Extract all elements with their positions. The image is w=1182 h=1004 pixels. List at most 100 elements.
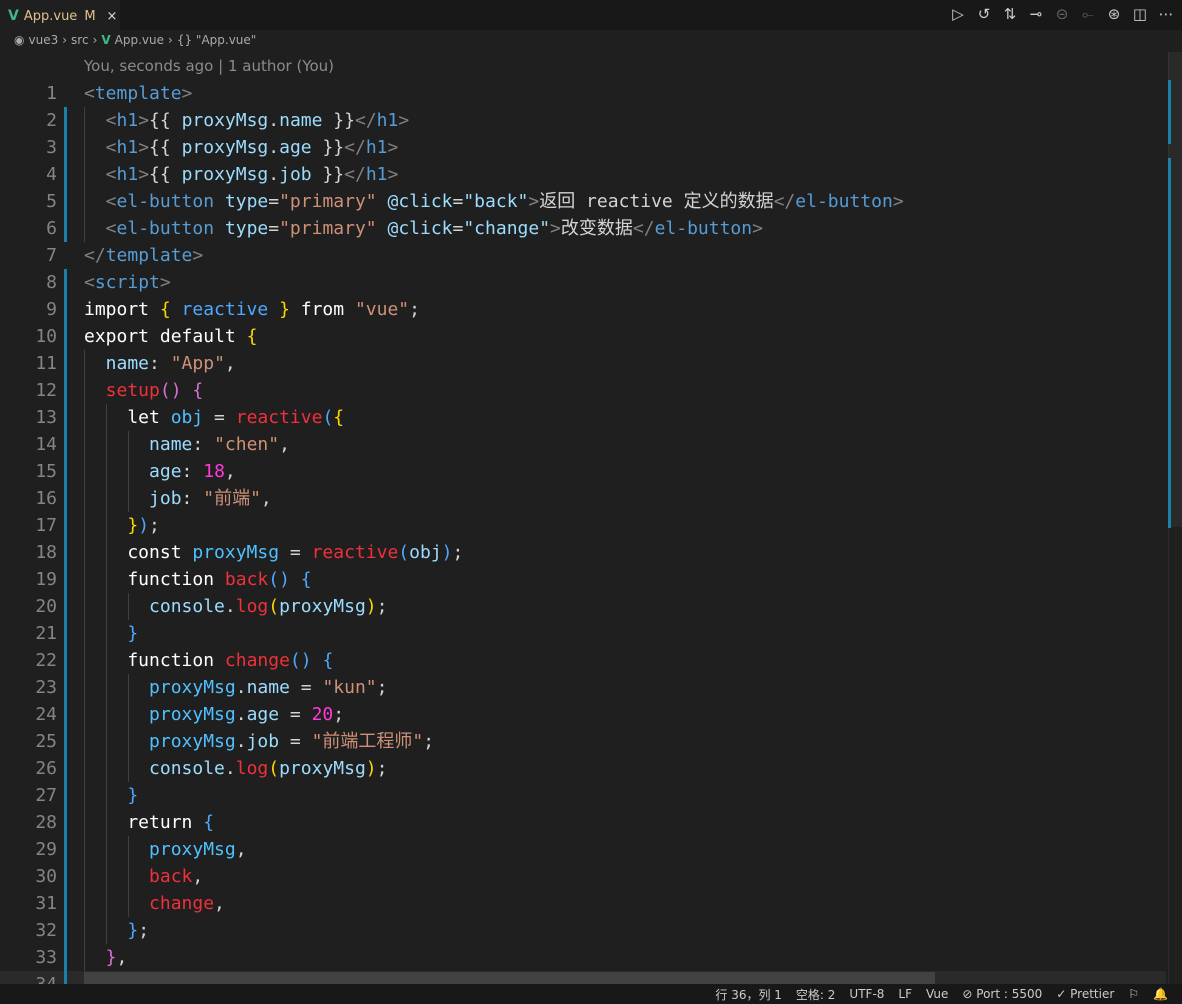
code-token: 改变数据 (560, 218, 633, 239)
live-server-port[interactable]: ⊘ Port : 5500 (962, 987, 1042, 1001)
code-line[interactable]: 12 setup() { (0, 377, 1166, 404)
code-token: = (203, 407, 236, 428)
vue-icon: V (8, 8, 19, 24)
code-line[interactable]: 22 function change() { (0, 647, 1166, 674)
code-line[interactable]: 6 <el-button type="primary" @click="chan… (0, 215, 1166, 242)
code-token: > (387, 164, 399, 185)
breadcrumb-item[interactable]: {} "App.vue" (177, 33, 256, 47)
commit-icon[interactable]: ⊝ (1054, 5, 1070, 23)
code-token: () (289, 650, 312, 671)
code-text: <el-button type="primary" @click="change… (84, 215, 763, 242)
close-icon[interactable]: × (107, 9, 118, 24)
previous-commit-icon[interactable]: ⊸ (1028, 5, 1044, 23)
line-number: 30 (35, 866, 57, 887)
code-line[interactable]: 9 import { reactive } from "vue"; (0, 296, 1166, 323)
prettier-status[interactable]: ✓ Prettier (1056, 987, 1114, 1001)
code-token: age (279, 137, 312, 158)
code-line[interactable]: 24 proxyMsg.age = 20; (0, 701, 1166, 728)
code-line[interactable]: 25 proxyMsg.job = "前端工程师"; (0, 728, 1166, 755)
code-token: log (235, 758, 269, 779)
code-token: > (387, 137, 399, 158)
code-token: }} (322, 110, 355, 131)
line-number: 26 (35, 758, 57, 779)
code-token: "App" (170, 353, 225, 374)
cursor-position[interactable]: 行 36，列 1 (715, 986, 782, 1003)
code-line[interactable]: 15 age: 18, (0, 458, 1166, 485)
code-line[interactable]: 26 console.log(proxyMsg); (0, 755, 1166, 782)
code-token: , (214, 893, 225, 914)
breadcrumb-item[interactable]: App.vue (115, 33, 164, 47)
code-line[interactable]: 21 } (0, 620, 1166, 647)
code-line[interactable]: 23 proxyMsg.name = "kun"; (0, 674, 1166, 701)
code-editor[interactable]: 1 <template> 2 <h1>{{ proxyMsg.name }}</h1… (0, 80, 1166, 984)
line-number: 8 (46, 272, 57, 293)
code-line[interactable]: 2 <h1>{{ proxyMsg.name }}</h1> (0, 107, 1166, 134)
code-line[interactable]: 19 function back() { (0, 566, 1166, 593)
split-editor-icon[interactable]: ◫ (1132, 5, 1148, 23)
code-token: ; (452, 542, 464, 563)
code-line[interactable]: 32 }; (0, 917, 1166, 944)
indentation[interactable]: 空格: 2 (796, 986, 836, 1003)
code-token: h1 (116, 110, 139, 131)
code-line[interactable]: 10 export default { (0, 323, 1166, 350)
code-token: > (398, 110, 410, 131)
git-modified-marker (64, 674, 67, 701)
git-blame-codelens[interactable]: You, seconds ago | 1 author (You) (84, 57, 334, 75)
language-mode[interactable]: Vue (926, 987, 948, 1001)
end-of-line[interactable]: LF (898, 987, 912, 1001)
code-line[interactable]: 33 }, (0, 944, 1166, 971)
editor-actions: ▷ ↺ ⇅ ⊸ ⊝ ⟜ ⊛ ◫ ⋯ (950, 5, 1174, 23)
code-text: console.log(proxyMsg); (84, 755, 387, 782)
code-token: job (246, 731, 280, 752)
code-text: proxyMsg.age = 20; (84, 701, 344, 728)
code-line[interactable]: 31 change, (0, 890, 1166, 917)
code-line[interactable]: 16 job: "前端", (0, 485, 1166, 512)
code-line[interactable]: 29 proxyMsg, (0, 836, 1166, 863)
code-line[interactable]: 5 <el-button type="primary" @click="back… (0, 188, 1166, 215)
code-token: { (192, 380, 204, 401)
code-line[interactable]: 28 return { (0, 809, 1166, 836)
code-line[interactable]: 17 }); (0, 512, 1166, 539)
code-line[interactable]: 18 const proxyMsg = reactive(obj); (0, 539, 1166, 566)
horizontal-scrollbar[interactable] (84, 972, 935, 984)
code-token: ( (398, 542, 410, 563)
more-actions-icon[interactable]: ⋯ (1158, 5, 1174, 23)
code-line[interactable]: 4 <h1>{{ proxyMsg.job }}</h1> (0, 161, 1166, 188)
code-line[interactable]: 3 <h1>{{ proxyMsg.age }}</h1> (0, 134, 1166, 161)
code-token: ; (376, 596, 388, 617)
code-line[interactable]: 7 </template> (0, 242, 1166, 269)
code-token: ) (365, 596, 377, 617)
notifications-icon[interactable]: 🔔 (1153, 987, 1168, 1001)
code-text: <el-button type="primary" @click="back">… (84, 188, 904, 215)
compare-changes-icon[interactable]: ⇅ (1002, 5, 1018, 23)
run-icon[interactable]: ▷ (950, 5, 966, 23)
code-token: h1 (116, 137, 139, 158)
code-line[interactable]: 8 <script> (0, 269, 1166, 296)
code-line[interactable]: 30 back, (0, 863, 1166, 890)
timeline-icon[interactable]: ↺ (976, 5, 992, 23)
code-token: < (84, 83, 95, 104)
code-line[interactable]: 11 name: "App", (0, 350, 1166, 377)
git-graph-icon[interactable]: ⊛ (1106, 5, 1122, 23)
git-modified-marker (64, 647, 67, 674)
feedback-icon[interactable]: ⚐ (1128, 987, 1139, 1001)
code-token: template (94, 83, 182, 104)
code-line[interactable]: 27 } (0, 782, 1166, 809)
line-number: 31 (35, 893, 57, 914)
line-number: 25 (35, 731, 57, 752)
next-commit-icon[interactable]: ⟜ (1080, 5, 1096, 23)
code-line[interactable]: 13 let obj = reactive({ (0, 404, 1166, 431)
code-line[interactable]: 20 console.log(proxyMsg); (0, 593, 1166, 620)
code-line[interactable]: 14 name: "chen", (0, 431, 1166, 458)
tab-app-vue[interactable]: V App.vue M × (0, 0, 120, 31)
scrollbar-change-marker (1168, 158, 1171, 528)
code-line[interactable]: 1 <template> (0, 80, 1166, 107)
breadcrumb-item[interactable]: src (71, 33, 89, 47)
encoding[interactable]: UTF-8 (849, 987, 884, 1001)
code-token: proxyMsg (181, 164, 269, 185)
line-number: 15 (35, 461, 57, 482)
breadcrumb-item[interactable]: vue3 (28, 33, 58, 47)
code-token: ) (441, 542, 453, 563)
breadcrumb: ◉ vue3 › src › V App.vue › {} "App.vue" (14, 33, 256, 47)
code-token: , (235, 839, 247, 860)
